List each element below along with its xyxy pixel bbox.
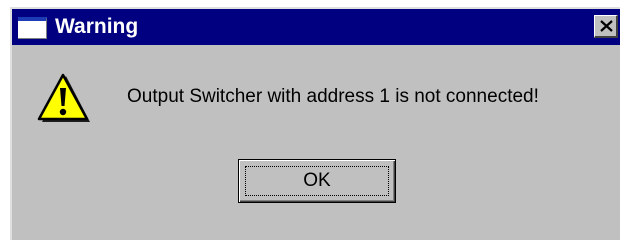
ok-button[interactable]: OK xyxy=(238,159,396,203)
close-button[interactable] xyxy=(594,15,618,38)
warning-dialog: Warning Output Switcher with address 1 i… xyxy=(10,7,620,240)
title-bar[interactable]: Warning xyxy=(12,9,620,45)
ok-button-label: OK xyxy=(303,170,331,191)
dialog-title: Warning xyxy=(55,15,139,38)
warning-message: Output Switcher with address 1 is not co… xyxy=(127,86,539,107)
window-icon xyxy=(18,17,47,39)
close-x-icon xyxy=(600,20,613,32)
warning-triangle-icon xyxy=(37,73,90,122)
